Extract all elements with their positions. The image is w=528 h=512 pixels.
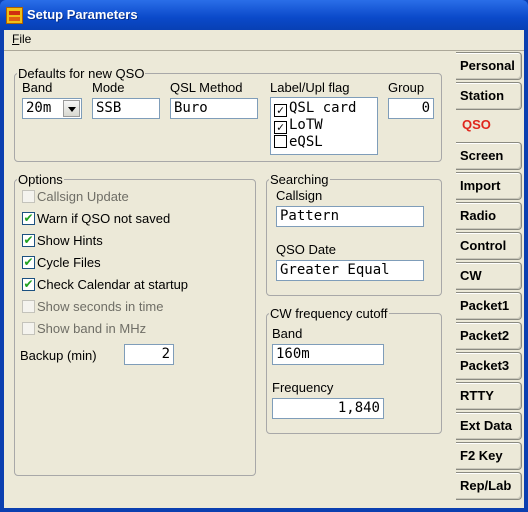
- backup-field[interactable]: 2: [124, 344, 174, 365]
- qsl-method-label: QSL Method: [170, 80, 243, 95]
- option-label: Show band in MHz: [37, 321, 147, 336]
- tab-ext-data[interactable]: Ext Data: [456, 412, 522, 440]
- cw-frequency-field[interactable]: 1,840: [272, 398, 384, 419]
- tab-import[interactable]: Import: [456, 172, 522, 200]
- band-label: Band: [22, 80, 53, 95]
- option-warn-not-saved[interactable]: ✔ Warn if QSO not saved: [22, 211, 170, 229]
- cw-frequency-label: Frequency: [272, 380, 334, 395]
- option-label: Warn if QSO not saved: [37, 211, 171, 226]
- defaults-legend: Defaults for new QSO: [18, 66, 145, 81]
- flag-list[interactable]: ✓ QSL card ✓ LoTW eQSL: [270, 97, 378, 155]
- cw-band-label: Band: [272, 326, 303, 341]
- qso-date-label: QSO Date: [276, 242, 336, 257]
- flag-item[interactable]: eQSL: [274, 134, 323, 150]
- title-bar[interactable]: Setup Parameters: [0, 0, 528, 30]
- tab-strip: Personal Station QSO Screen Import Radio…: [456, 52, 524, 508]
- flag-item-label: QSL card: [289, 100, 357, 116]
- tab-control[interactable]: Control: [456, 232, 522, 260]
- mode-field[interactable]: SSB: [92, 98, 160, 119]
- menu-bar: File: [4, 30, 524, 50]
- option-label: Check Calendar at startup: [37, 277, 189, 292]
- option-label: Show Hints: [37, 233, 103, 248]
- backup-label: Backup (min): [20, 348, 97, 363]
- menu-file-rest: ile: [19, 32, 32, 46]
- option-label: Callsign Update: [37, 189, 129, 204]
- tab-rep-lab[interactable]: Rep/Lab: [456, 472, 522, 500]
- tab-packet2[interactable]: Packet2: [456, 322, 522, 350]
- checkbox-icon[interactable]: ✔: [22, 255, 35, 269]
- band-select-value: 20m: [26, 100, 52, 116]
- tab-station[interactable]: Station: [456, 82, 522, 110]
- cw-cutoff-legend: CW frequency cutoff: [270, 306, 388, 321]
- checkbox-icon[interactable]: ✓: [274, 121, 287, 134]
- app-icon: [6, 7, 23, 24]
- option-callsign-update[interactable]: Callsign Update: [22, 189, 129, 207]
- callsign-label: Callsign: [276, 188, 323, 203]
- qso-panel: Defaults for new QSO Band 20m Mode SSB Q…: [6, 52, 456, 506]
- callsign-search-field[interactable]: Pattern: [276, 206, 424, 227]
- client-area: File Defaults for new QSO Band 20m Mode …: [4, 30, 524, 508]
- flag-item[interactable]: ✓ LoTW: [274, 117, 323, 134]
- tab-rtty[interactable]: RTTY: [456, 382, 522, 410]
- option-label: Show seconds in time: [37, 299, 164, 314]
- checkbox-icon[interactable]: ✔: [22, 233, 35, 247]
- tab-f2-key[interactable]: F2 Key: [456, 442, 522, 470]
- tab-qso[interactable]: QSO: [456, 112, 522, 140]
- tab-cw[interactable]: CW: [456, 262, 522, 290]
- option-label: Cycle Files: [37, 255, 101, 270]
- qsl-method-field[interactable]: Buro: [170, 98, 258, 119]
- setup-window: Setup Parameters File Defaults for new Q…: [0, 0, 528, 512]
- tab-personal[interactable]: Personal: [456, 52, 522, 80]
- tab-radio[interactable]: Radio: [456, 202, 522, 230]
- checkbox-icon[interactable]: [22, 322, 35, 335]
- flag-item-label: eQSL: [289, 134, 323, 150]
- options-legend: Options: [18, 172, 63, 187]
- cw-band-field[interactable]: 160m: [272, 344, 384, 365]
- menu-divider: [4, 50, 524, 51]
- flag-label: Label/Upl flag: [270, 80, 350, 95]
- checkbox-icon[interactable]: [22, 190, 35, 203]
- checkbox-icon[interactable]: ✔: [22, 277, 35, 291]
- option-show-seconds[interactable]: Show seconds in time: [22, 299, 163, 317]
- option-band-mhz[interactable]: Show band in MHz: [22, 321, 146, 339]
- chevron-down-icon[interactable]: [63, 100, 80, 117]
- flag-item-label: LoTW: [289, 117, 323, 133]
- window-title: Setup Parameters: [27, 7, 138, 22]
- mode-label: Mode: [92, 80, 125, 95]
- tab-packet1[interactable]: Packet1: [456, 292, 522, 320]
- checkbox-icon[interactable]: [274, 135, 287, 148]
- option-show-hints[interactable]: ✔ Show Hints: [22, 233, 103, 251]
- group-label: Group: [388, 80, 425, 95]
- checkbox-icon[interactable]: ✓: [274, 104, 287, 117]
- group-field[interactable]: 0: [388, 98, 434, 119]
- qso-date-search-field[interactable]: Greater Equal: [276, 260, 424, 281]
- searching-legend: Searching: [270, 172, 329, 187]
- menu-file[interactable]: File: [12, 32, 31, 46]
- tab-packet3[interactable]: Packet3: [456, 352, 522, 380]
- checkbox-icon[interactable]: [22, 300, 35, 313]
- option-cycle-files[interactable]: ✔ Cycle Files: [22, 255, 101, 273]
- flag-item[interactable]: ✓ QSL card: [274, 100, 357, 117]
- option-check-calendar[interactable]: ✔ Check Calendar at startup: [22, 277, 188, 295]
- tab-screen[interactable]: Screen: [456, 142, 522, 170]
- band-select[interactable]: 20m: [22, 98, 82, 119]
- checkbox-icon[interactable]: ✔: [22, 211, 35, 225]
